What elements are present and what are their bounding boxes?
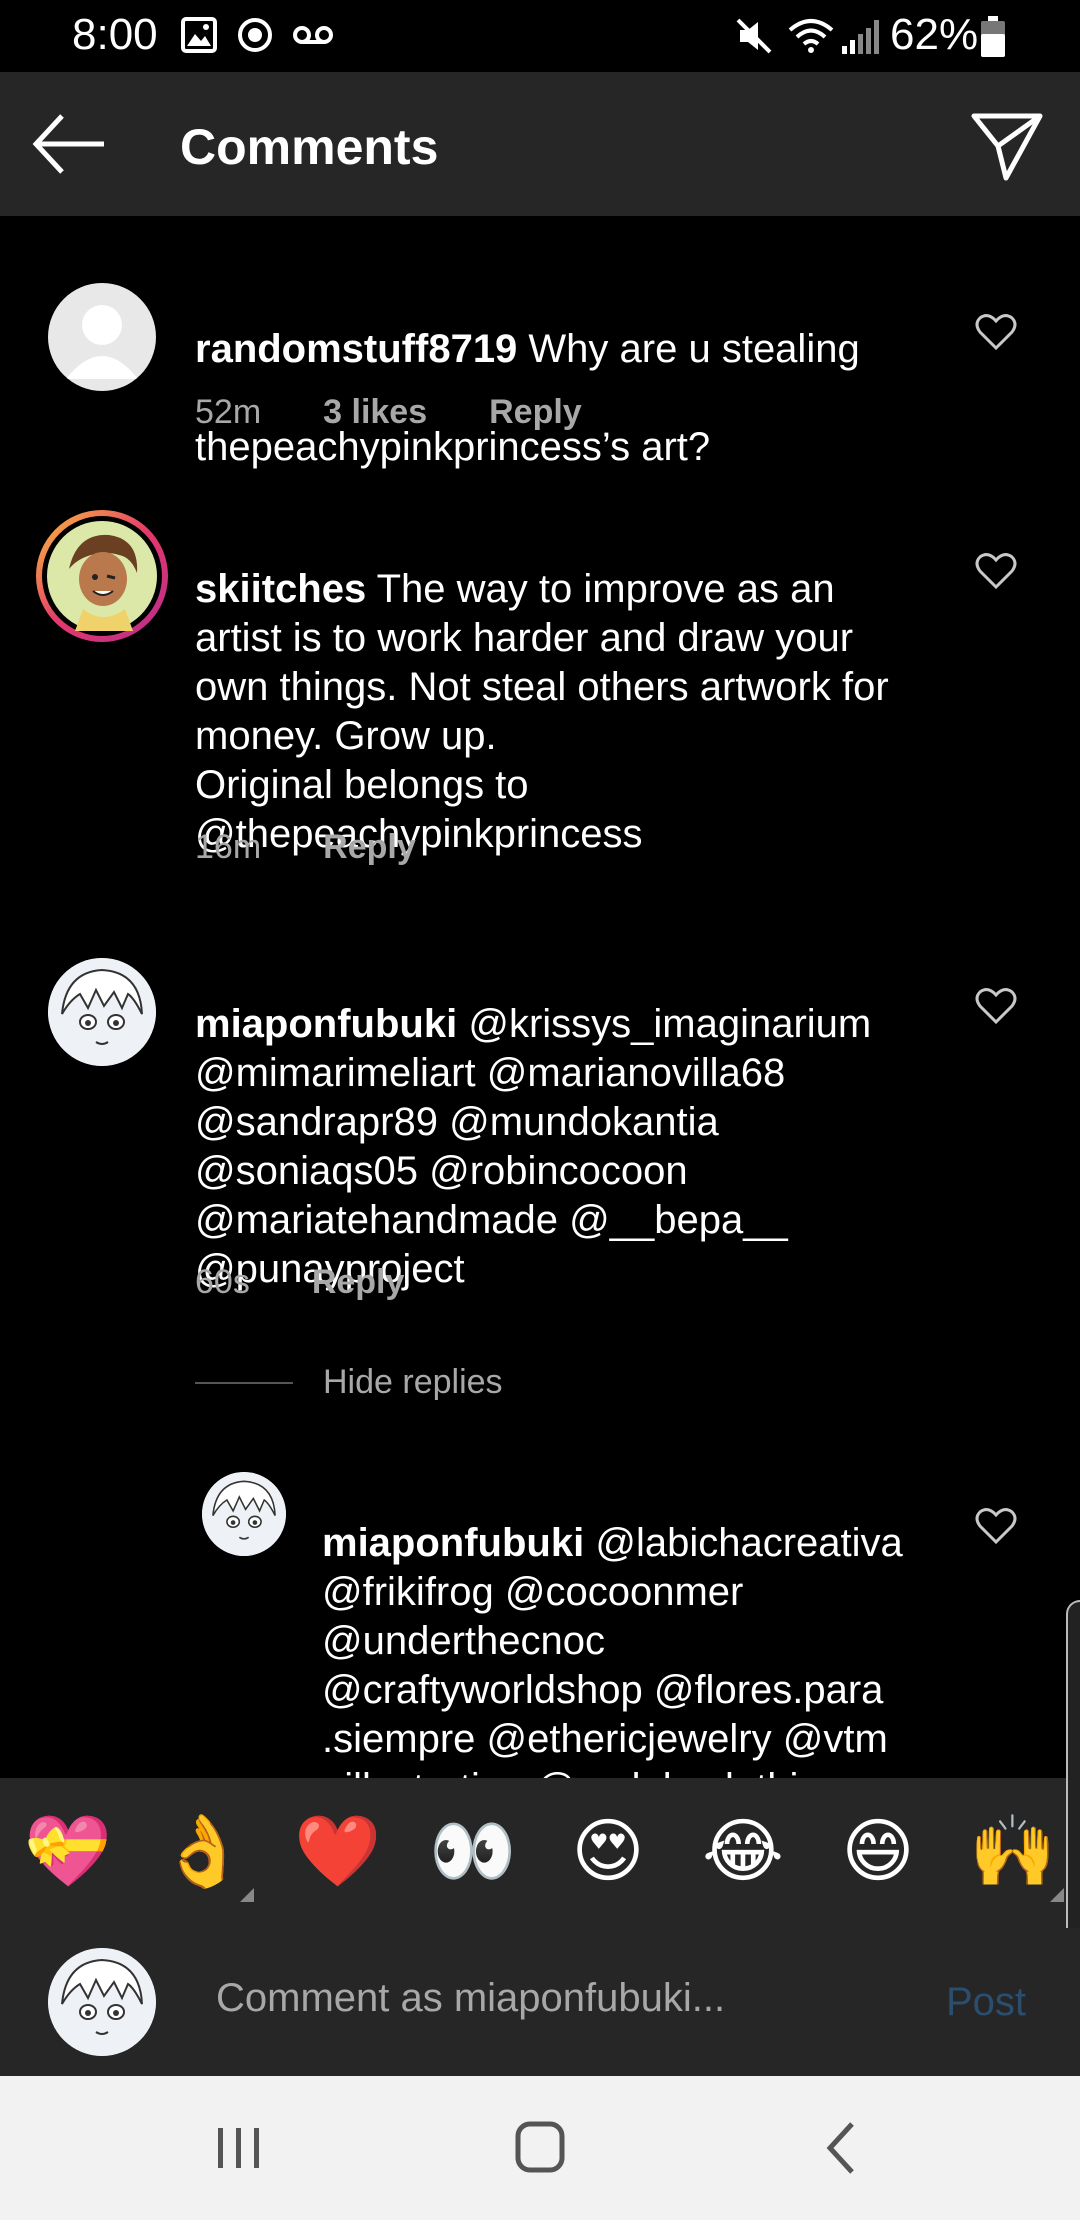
default-avatar-icon — [66, 305, 138, 379]
battery-percent: 62% — [890, 10, 979, 59]
avatar[interactable] — [48, 958, 156, 1066]
divider — [195, 1381, 293, 1384]
comment-meta: 52m 3 likes Reply — [195, 393, 644, 432]
comment-text: @krissys_imaginarium — [457, 1002, 872, 1046]
avatar-illustration — [48, 1948, 156, 2056]
mute-icon — [736, 18, 772, 54]
signal-icon — [842, 20, 879, 54]
comment-composer: Post — [0, 1928, 1080, 2076]
emoji-raising-hands[interactable]: 🙌 — [968, 1806, 1058, 1896]
like-heart-icon[interactable] — [974, 312, 1018, 352]
like-heart-icon[interactable] — [974, 551, 1018, 591]
comment-text-rest: @frikifrog @cocoonmer @underthecnoc @cra… — [322, 1570, 888, 1778]
comment-body: skiitches The way to improve as an artist… — [195, 516, 995, 859]
like-heart-icon[interactable] — [974, 1506, 1018, 1546]
voicemail-icon — [293, 26, 333, 44]
emoji-heart-eyes[interactable]: 😍 — [563, 1806, 653, 1896]
skin-tone-indicator — [1050, 1888, 1064, 1902]
reply-button[interactable]: Reply — [323, 828, 416, 867]
status-bar: 8:00 62% — [0, 0, 1080, 72]
avatar-illustration — [47, 521, 157, 631]
hide-replies-label: Hide replies — [323, 1363, 503, 1401]
emoji-red-heart[interactable]: ❤️ — [293, 1806, 383, 1896]
avatar — [48, 1948, 156, 2056]
reply-comment-body: miaponfubuki @labichacreativa @frikifrog … — [322, 1470, 1022, 1778]
comment-time: 60s — [195, 1263, 250, 1301]
emoji-quick-bar: 💝 👌 ❤️ 👀 😍 😂 😄 🙌 — [0, 1778, 1080, 1928]
emoji-ok-hand[interactable]: 👌 — [158, 1806, 248, 1896]
avatar[interactable] — [202, 1472, 286, 1556]
comment-body: randomstuff8719 Why are u stealing thepe… — [195, 276, 955, 472]
page-title: Comments — [180, 119, 439, 175]
comment-username[interactable]: miaponfubuki — [322, 1521, 584, 1565]
comment-time: 52m — [195, 393, 262, 431]
reply-button[interactable]: Reply — [312, 1263, 405, 1302]
like-heart-icon[interactable] — [974, 986, 1018, 1026]
comment-time: 16m — [195, 828, 262, 866]
comment-text-rest: artist is to work harder and draw your o… — [195, 616, 889, 856]
sync-icon — [238, 18, 272, 52]
home-icon[interactable] — [500, 2118, 580, 2178]
send-icon[interactable] — [966, 106, 1046, 186]
emoji-heart-ribbon[interactable]: 💝 — [23, 1806, 113, 1896]
status-time: 8:00 — [72, 10, 158, 59]
wifi-icon — [788, 19, 834, 53]
comments-list[interactable]: randomstuff8719 Why are u stealing thepe… — [0, 216, 1080, 1778]
comment-text: The way to improve as an — [366, 567, 835, 611]
skin-tone-indicator — [240, 1888, 254, 1902]
comment-likes[interactable]: 3 likes — [323, 393, 427, 432]
comment-text: Why are u stealing — [517, 327, 860, 371]
emoji-eyes[interactable]: 👀 — [428, 1806, 518, 1896]
comment-text: @labichacreativa — [584, 1521, 903, 1565]
comment-username[interactable]: miaponfubuki — [195, 1002, 457, 1046]
comment-body: miaponfubuki @krissys_imaginarium @mimari… — [195, 951, 995, 1294]
gallery-icon — [181, 17, 217, 53]
reply-button[interactable]: Reply — [489, 393, 582, 432]
back-arrow-icon[interactable] — [30, 108, 110, 180]
app-bar: Comments — [0, 72, 1080, 216]
back-icon[interactable] — [802, 2118, 882, 2178]
comment-meta: 16m Reply — [195, 828, 478, 867]
hide-replies-toggle[interactable]: Hide replies — [195, 1363, 503, 1402]
battery-icon — [981, 16, 1005, 57]
emoji-grinning[interactable]: 😄 — [833, 1806, 923, 1896]
emoji-tears-of-joy[interactable]: 😂 — [698, 1806, 788, 1896]
avatar[interactable] — [48, 283, 156, 391]
avatar-story-ring[interactable] — [36, 510, 168, 642]
comment-input[interactable] — [216, 1976, 916, 2021]
comment-username[interactable]: randomstuff8719 — [195, 327, 517, 371]
recent-apps-icon[interactable] — [198, 2118, 278, 2178]
comment-meta: 60s Reply — [195, 1263, 466, 1302]
comment-text-rest: @mimarimeliart @marianovilla68 @sandrapr… — [195, 1051, 788, 1291]
avatar-illustration — [48, 958, 156, 1066]
avatar-illustration — [202, 1472, 286, 1556]
system-nav-bar — [0, 2076, 1080, 2220]
post-button[interactable]: Post — [946, 1980, 1026, 2025]
comment-username[interactable]: skiitches — [195, 567, 366, 611]
